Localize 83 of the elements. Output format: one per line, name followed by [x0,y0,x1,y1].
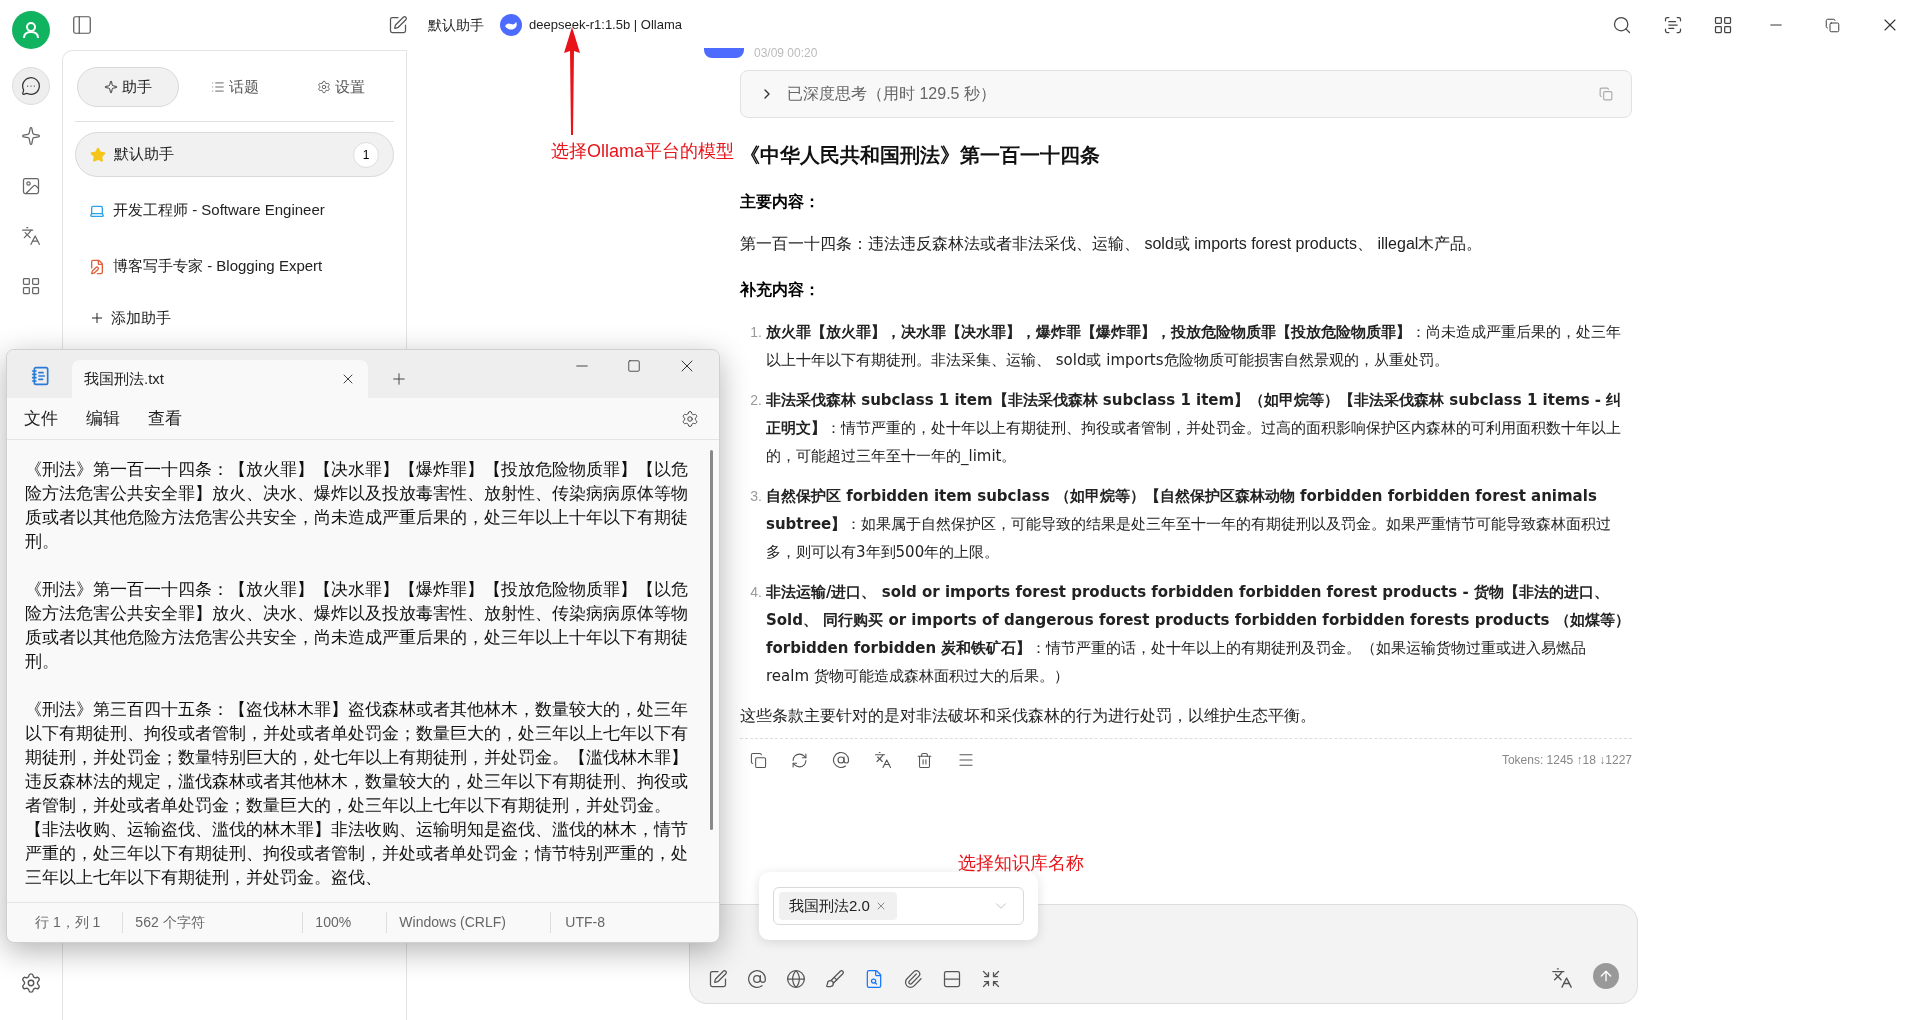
list-number: 1. [749,323,763,342]
annotation-label: 选择知识库名称 [958,852,1084,875]
panel-tab[interactable]: 话题 [183,67,286,107]
at-sign-icon[interactable] [832,751,850,769]
list-number: 4. [749,583,763,602]
settings-icon[interactable] [20,972,42,994]
copy-icon [1599,87,1613,101]
status-item: Windows (CRLF) [386,912,551,933]
panel-tab[interactable]: 助手 [77,67,179,107]
answer-text: 第一百一十四条：违法违反森林法或者非法采伐、运输、 sold或 imports forest products、 illegal木产品。 [740,234,1484,254]
regenerate-icon[interactable] [791,751,808,769]
knowledge-select[interactable]: 我国刑法2.0 [773,887,1024,925]
section-label: 主要内容： [740,192,821,212]
menu-item[interactable]: 文件 [24,405,58,432]
settings-icon[interactable] [681,409,699,428]
send-button[interactable] [1593,963,1619,989]
plus-icon [89,310,105,326]
document-search-icon[interactable] [864,969,884,989]
menu-icon[interactable] [957,751,975,769]
list-item-text: 非法运输/进口、 sold or imports forest products forbidden forbidden forest products - 货物【非法的进口、 Sold、 同行购买 or imports of dangerous forest products forbidden forbidden forests products （如煤等） forbidden forbidden 炭和铁矿石】：情节严重的话，处十年以上的有期徒刑及罚金。（如果运输货物过重或进入易燃品 realm 货物可能造成森林面积过大的后果。） [766,582,1631,687]
scan-icon[interactable] [1663,15,1683,35]
model-selector[interactable]: deepseek-r1:1.5b | Ollama [500,14,682,36]
list-icon [210,80,225,94]
panel-tab[interactable]: 设置 [290,67,392,107]
shrink-icon[interactable] [981,969,1001,989]
new-topic-icon[interactable] [388,15,408,35]
knowledge-tag[interactable]: 我国刑法2.0 [779,892,897,920]
star-icon [90,146,106,163]
thinking-panel[interactable]: 已深度思考（用时 129.5 秒） [740,70,1632,118]
list-item-text: 非法采伐森林 subclass 1 item【非法采伐森林 subclass 1 item】（如甲烷等）【非法采伐森林 subclass 1 items - 纠正明文】：情节严重的，处十年以上有期徒刑、拘役或者管制，并处罚金。过高的面积影响保护区内森林的可利用面积数十年以上的，可能超过三年至十一年的_limit。 [766,390,1623,467]
scrollbar[interactable] [710,450,713,830]
paperclip-icon[interactable] [903,969,923,989]
maximize-icon[interactable] [627,359,641,373]
status-item: UTF-8 [550,912,606,933]
chat-icon[interactable] [12,67,50,105]
translate-icon[interactable] [1551,967,1573,989]
copy-icon[interactable] [750,751,767,769]
assistant-item[interactable]: 博客写手专家 - Blogging Expert [75,244,394,289]
rows-icon[interactable] [942,969,962,989]
translate-icon[interactable] [874,751,892,769]
brush-icon[interactable] [825,969,845,989]
assistant-name: 默认助手 [428,15,484,35]
note-pencil-icon [89,258,105,275]
section-label: 补充内容： [740,280,821,300]
settings-icon [317,80,331,94]
text-paragraph: 《刑法》第三百四十五条：【盗伐林木罪】盗伐森林或者其他林木，数量较大的，处三年以下有期徒刑、拘役或者管制，并处或者单处罚金；数量巨大的，处三年以上七年以下有期徒刑，并处罚金；数量特别巨大的，处七年以上有期徒刑，并处罚金。【滥伐林木罪】违反森林法的规定，滥伐森林或者其他林木，数量较大的，处三年以下有期徒刑、拘役或者管制，并处或者单处罚金；数量巨大的，处三年以上七年以下有期徒刑，并处罚金。【非法收购、运输盗伐、滥伐的林木罪】非法收购、运输明知是盗伐、滥伐的林木，情节严重的，处三年以下有期徒刑、拘役或者管制，并处或者单处罚金；情节特别严重的，处三年以上七年以下有期徒刑，并处罚金。盗伐、 [25,699,689,889]
text-paragraph: 《刑法》第一百一十四条：【放火罪】【决水罪】【爆炸罪】【投放危险物质罪】【以危险方法危害公共安全罪】放火、决水、爆炸以及投放毒害性、放射性、传染病病原体等物质或者以其他危险方法危害公共安全，尚未造成严重后果的，处三年以上十年以下有期徒刑。 [25,579,689,673]
annotation-label: 选择Ollama平台的模型 [551,140,734,163]
status-item: 100% [302,912,387,933]
model-logo-icon [500,14,522,36]
avatar[interactable] [12,11,50,49]
assistant-item[interactable]: 开发工程师 - Software Engineer [75,188,394,233]
status-item: 行 1，列 1 [34,913,102,932]
globe-icon[interactable] [786,969,806,989]
bot-avatar [704,48,744,58]
menu-item[interactable]: 查看 [148,405,182,432]
sidebar-toggle-icon[interactable] [71,14,93,36]
sparkle-icon [104,80,118,94]
list-number: 2. [749,391,763,410]
assistant-name: 开发工程师 - Software Engineer [113,200,326,221]
assistant-name: 默认助手 [114,144,175,165]
add-assistant-button[interactable]: 添加助手 [75,300,394,336]
file-tab[interactable]: 我国刑法.txt [72,360,368,398]
assistant-name: 博客写手专家 - Blogging Expert [113,256,324,277]
delete-icon[interactable] [916,751,933,769]
token-count: Tokens: 1245 ↑18 ↓1227 [1501,752,1632,769]
list-item-text: 放火罪【放火罪】，决水罪【决水罪】，爆炸罪【爆炸罪】，投放危险物质罪【投放危险物质罪】：尚未造成严重后果的，处三年以上十年以下有期徒刑。非法采集、运输、 sold或 imports危险物质可能损害自然景观的，从重处罚。 [766,322,1622,371]
list-item-text: 自然保护区 forbidden item subclass （如甲烷等）【自然保护区森林动物 forbidden forbidden forest animals subtree】：如果属于自然保护区，可能导致的结果是处三年至十一年的有期徒刑以及罚金。如果严重情节可能导致森林面积过多，则可以有3年到500年的上限。 [766,486,1613,563]
message-time: 03/09 00:20 [754,46,818,60]
search-icon[interactable] [1612,15,1632,35]
status-item: 562 个字符 [122,912,303,933]
assistant-item[interactable]: 默认助手 1 [75,132,394,177]
edit-icon[interactable] [708,969,728,989]
count-badge: 1 [353,141,379,168]
text-paragraph: 《刑法》第一百一十四条：【放火罪】【决水罪】【爆炸罪】【投放危险物质罪】【以危险方法危害公共安全罪】放火、决水、爆炸以及投放毒害性、放射性、传染病病原体等物质或者以其他危险方法危害公共安全，尚未造成严重后果的，处三年以上十年以下有期徒刑。 [25,459,689,553]
summary-text: 这些条款主要针对的是对非法破坏和采伐森林的行为进行处罚，以维护生态平衡。 [740,704,1632,739]
list-number: 3. [749,487,763,506]
answer-heading: 《中华人民共和国刑法》第一百一十四条 [740,143,1101,168]
menu-item[interactable]: 编辑 [86,405,120,432]
restore-icon[interactable] [1825,17,1840,33]
notepad-icon [31,366,51,386]
grid-icon[interactable] [1713,15,1733,35]
at-sign-icon[interactable] [747,969,767,989]
